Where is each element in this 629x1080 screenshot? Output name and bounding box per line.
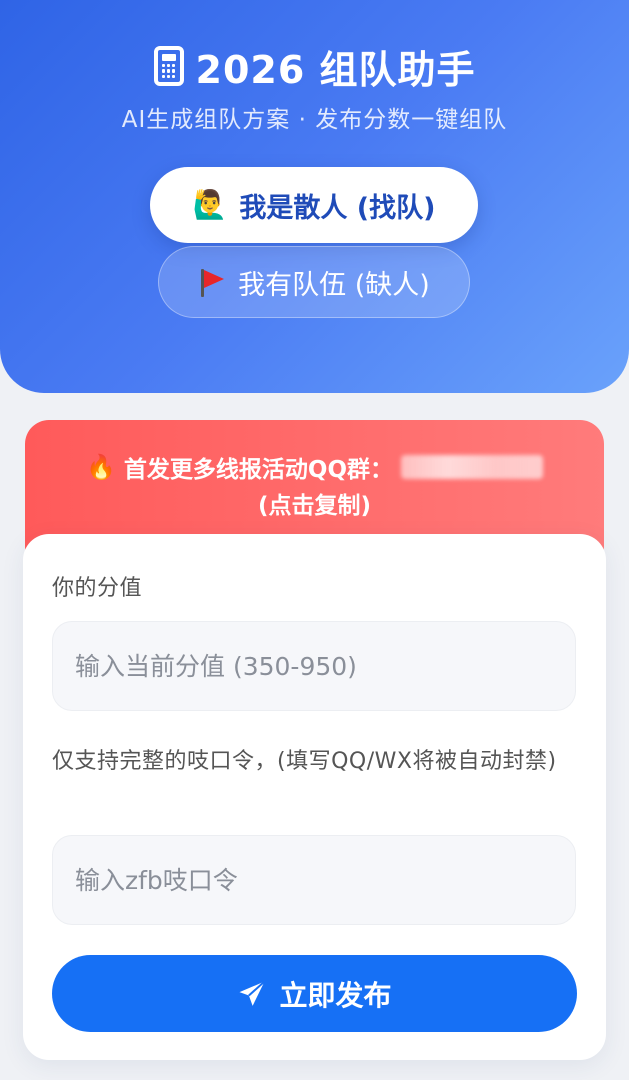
calculator-icon bbox=[153, 46, 184, 86]
page-title: 2026 组队助手 bbox=[195, 47, 476, 92]
role-solo-label: 我是散人 (找队) bbox=[239, 192, 436, 224]
redacted-group-number bbox=[401, 455, 543, 479]
person-raising-hand-icon: 🙋‍♂️ bbox=[192, 188, 228, 221]
role-solo-button[interactable]: 🙋‍♂️ 我是散人 (找队) bbox=[150, 167, 478, 243]
copy-hint[interactable]: (点击复制) bbox=[0, 486, 629, 520]
score-input[interactable] bbox=[52, 621, 576, 711]
hero-header: 2026 组队助手 AI生成组队方案 · 发布分数一键组队 🙋‍♂️ 我是散人 … bbox=[0, 0, 629, 393]
publish-button[interactable]: 立即发布 bbox=[52, 955, 577, 1032]
publish-button-label: 立即发布 bbox=[279, 978, 392, 1012]
page-subtitle: AI生成组队方案 · 发布分数一键组队 bbox=[121, 107, 508, 133]
fire-icon: 🔥 bbox=[86, 453, 116, 481]
role-team-button[interactable]: 我有队伍 (缺人) bbox=[158, 246, 470, 318]
notice-text: 首发更多线报活动QQ群： bbox=[123, 457, 393, 483]
send-icon bbox=[239, 980, 266, 1006]
code-input[interactable] bbox=[52, 835, 576, 925]
code-label: 仅支持完整的吱口令，(填写QQ/WX将被自动封禁) bbox=[52, 749, 557, 774]
role-team-label: 我有队伍 (缺人) bbox=[238, 269, 430, 301]
red-flag-icon bbox=[198, 267, 226, 297]
title-row: 2026 组队助手 bbox=[0, 38, 629, 94]
score-label: 你的分值 bbox=[52, 576, 143, 601]
